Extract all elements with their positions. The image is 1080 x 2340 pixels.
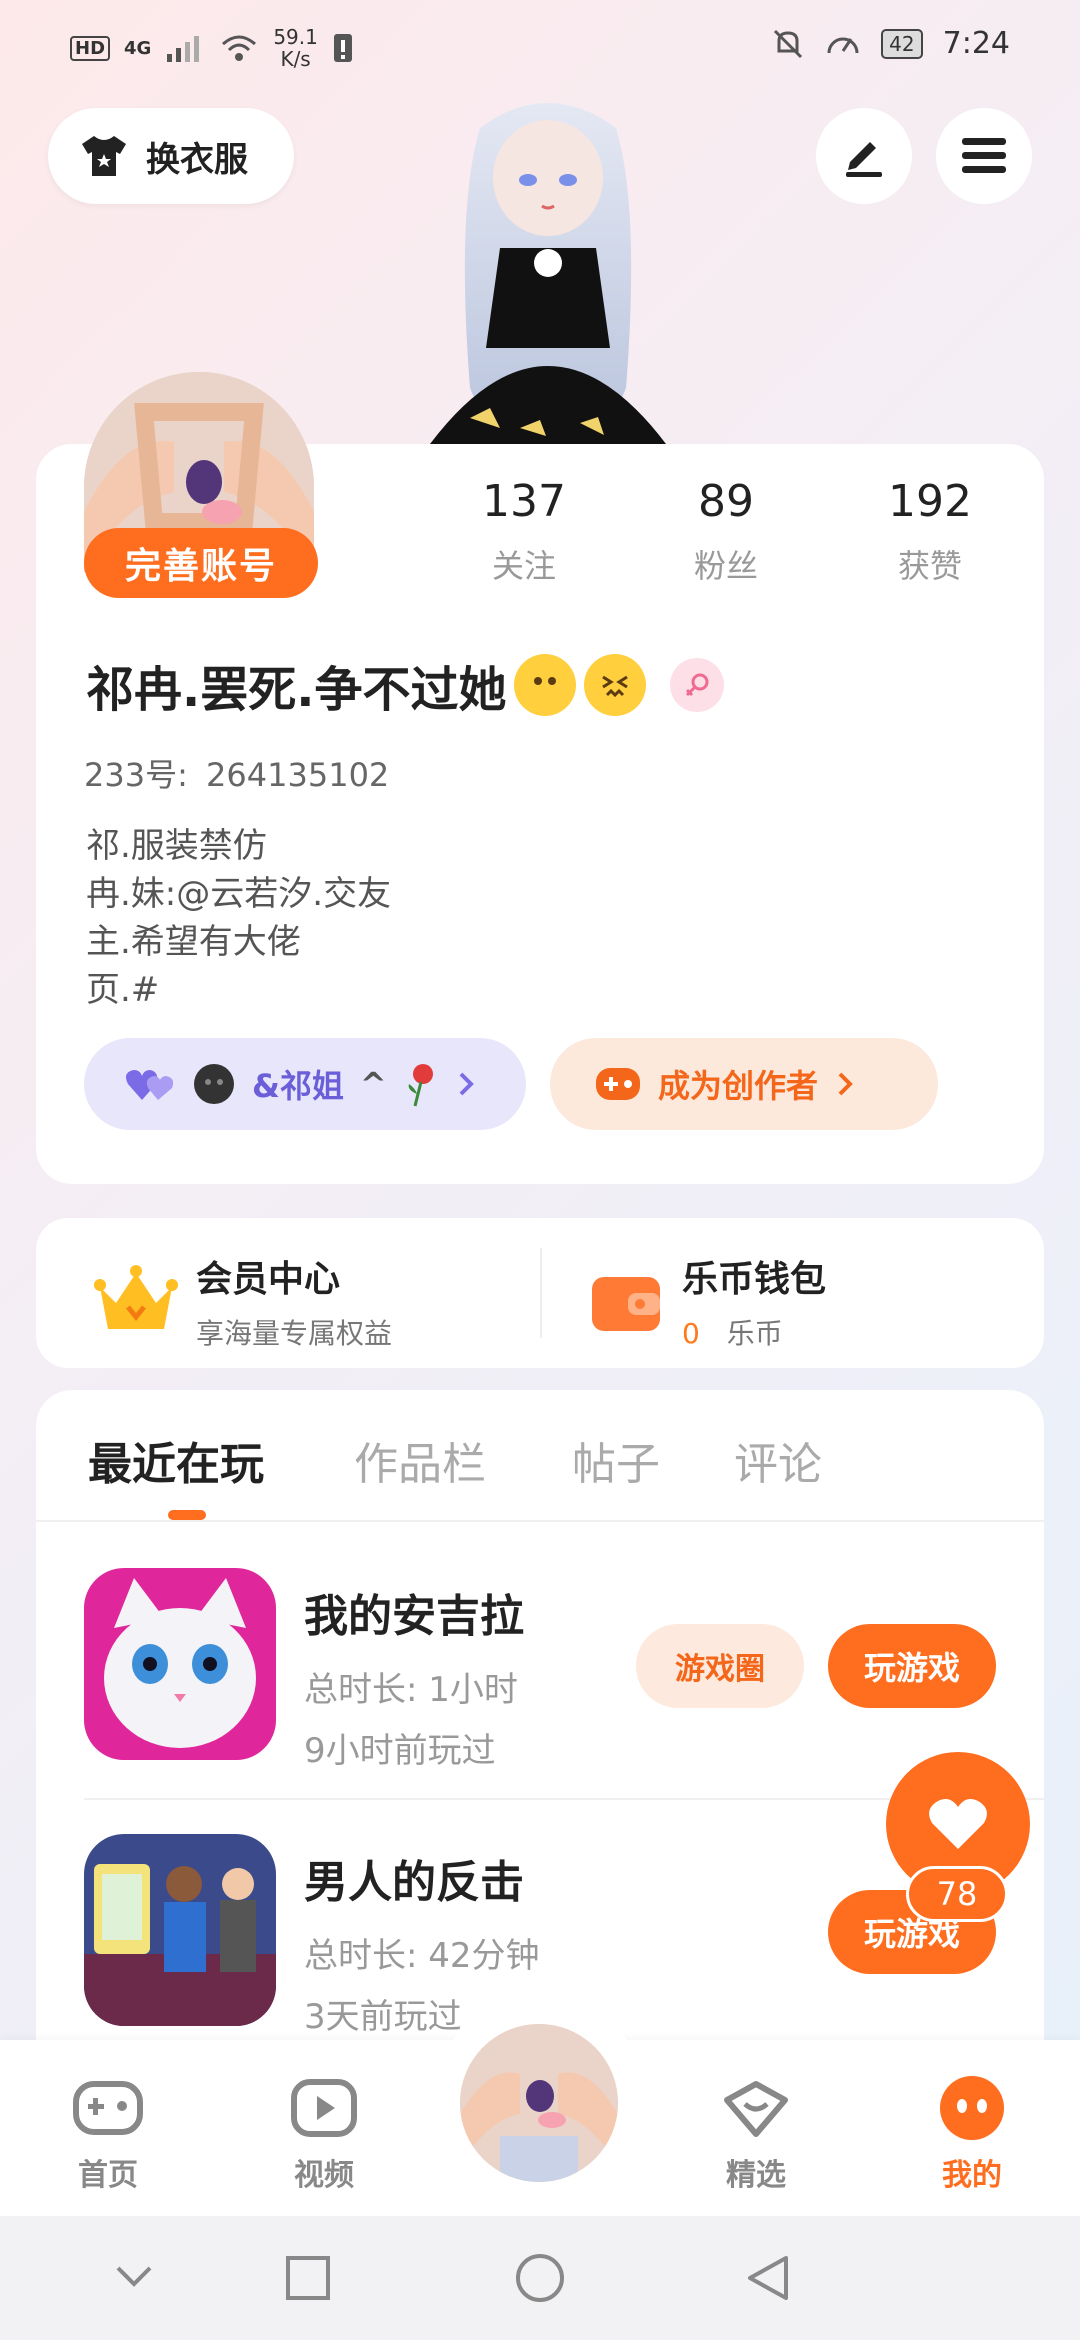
neutral-face-emoji-icon [514,654,577,716]
followers-label: 粉丝 [693,547,758,585]
game-info-angela: 我的安吉拉 总时长: 1小时 9小时前玩过 [304,1580,524,1772]
face-icon [940,2076,1004,2140]
following-stat[interactable]: 137 关注 [454,476,594,587]
tshirt-icon [82,136,126,176]
wallet-title: 乐币钱包 [682,1259,827,1300]
system-nav-bar [0,2216,1080,2340]
game-duration: 总时长: 42分钟 [304,1936,540,1976]
relationship-button[interactable]: &祁姐 ^ [84,1038,526,1130]
like-count: 78 [906,1866,1008,1922]
collapse-icon[interactable] [112,2254,156,2298]
nav-featured[interactable]: 精选 [686,2072,826,2194]
followers-stat[interactable]: 89 粉丝 [656,476,796,587]
double-heart-icon [126,1070,174,1100]
play-game-button[interactable]: 玩游戏 [828,1624,996,1708]
tab-recently-played[interactable]: 最近在玩 [88,1428,264,1492]
chevron-right-icon [459,1072,474,1096]
female-gender-icon [670,658,725,712]
edit-button[interactable] [816,108,912,204]
vip-center-entry[interactable]: 会员中心 享海量专属权益 [94,1250,392,1352]
profile-name-row: 祁冉.罢死.争不过她 [86,650,725,720]
user-id-value: 264135102 [206,756,390,794]
play-icon [291,2079,357,2137]
wallet-icon [592,1277,660,1331]
back-icon[interactable] [744,2252,792,2304]
status-bar: HD 4G 59.1 K/s 42 7:24 [0,0,1080,90]
likes-count: 192 [888,476,972,527]
wallet-amount: 0 [682,1317,700,1350]
profile-name: 祁冉.罢死.争不过她 [86,662,507,718]
signal-icon [167,36,200,62]
wallet-entry[interactable]: 乐币钱包 0 乐币 [588,1250,826,1352]
complete-account-button[interactable]: 完善账号 [84,528,318,598]
rose-icon [408,1064,433,1107]
vip-title: 会员中心 [196,1259,341,1300]
profile-bio: 祁.服装禁仿 冉.妹:@云若汐.交友 主.希望有大佬 页.# [86,826,392,1010]
tab-divider [36,1520,1044,1522]
following-label: 关注 [491,547,556,585]
become-creator-button[interactable]: 成为创作者 [550,1038,938,1130]
relationship-label: &祁姐 [252,1067,344,1105]
game-icon-angela[interactable] [84,1568,276,1760]
card-divider [540,1248,542,1338]
nav-avatar[interactable] [456,2020,622,2186]
nav-video[interactable]: 视频 [254,2072,394,2194]
game-duration: 总时长: 1小时 [304,1670,518,1710]
menu-button[interactable] [936,108,1032,204]
battery-icon: 42 [881,28,923,59]
home-icon[interactable] [514,2252,566,2304]
chevron-right-icon [838,1072,853,1096]
game-title: 男人的反击 [304,1857,524,1908]
tab-comments[interactable]: 评论 [734,1428,822,1492]
game-icon-man-fightback[interactable] [84,1834,276,2026]
wallet-balance: 0 乐币 [682,1312,826,1352]
change-outfit-label: 换衣服 [146,139,248,180]
following-count: 137 [482,476,566,527]
pen-icon [846,142,882,177]
heart-box-icon [724,2081,788,2137]
game-title: 我的安吉拉 [304,1591,524,1642]
speedometer-icon [827,37,859,53]
user-id-label: 233号: [84,756,188,794]
user-id: 233号: 264135102 [84,750,389,796]
nav-mine-label: 我的 [942,2158,1002,2193]
network-speed: 59.1 K/s [273,25,318,71]
nav-home-label: 首页 [78,2158,138,2193]
followers-count: 89 [698,476,754,527]
squint-face-emoji-icon [584,654,647,716]
crown-icon [94,1265,178,1329]
nav-home[interactable]: 首页 [38,2072,178,2194]
wifi-icon [222,35,257,61]
clock: 7:24 [942,26,1010,61]
hd-icon: HD [70,35,111,61]
tab-indicator [168,1510,206,1520]
alert-icon [333,34,352,62]
heart-icon [929,1799,987,1849]
wallet-unit: 乐币 [726,1317,783,1350]
mute-icon [774,29,803,58]
avatar-character[interactable] [390,88,705,444]
hamburger-icon [962,138,1006,173]
gamepad-icon [73,2081,143,2135]
likes-stat[interactable]: 192 获赞 [860,476,1000,587]
tab-posts[interactable]: 帖子 [572,1428,660,1492]
recents-icon[interactable] [284,2254,332,2302]
relationship-suffix: ^ [359,1065,387,1103]
become-creator-label: 成为创作者 [658,1067,819,1105]
game-last-played: 9小时前玩过 [304,1731,496,1771]
gamepad-plus-icon [596,1068,640,1100]
tab-works[interactable]: 作品栏 [354,1428,486,1492]
vip-subtitle: 享海量专属权益 [196,1317,393,1350]
nav-video-label: 视频 [294,2158,354,2193]
nav-mine[interactable]: 我的 [902,2072,1042,2194]
game-circle-button[interactable]: 游戏圈 [636,1624,804,1708]
dark-face-icon [194,1064,234,1104]
change-outfit-button[interactable]: 换衣服 [48,108,294,204]
likes-label: 获赞 [897,547,962,585]
network-label: 4G [124,37,152,59]
nav-featured-label: 精选 [726,2158,786,2193]
